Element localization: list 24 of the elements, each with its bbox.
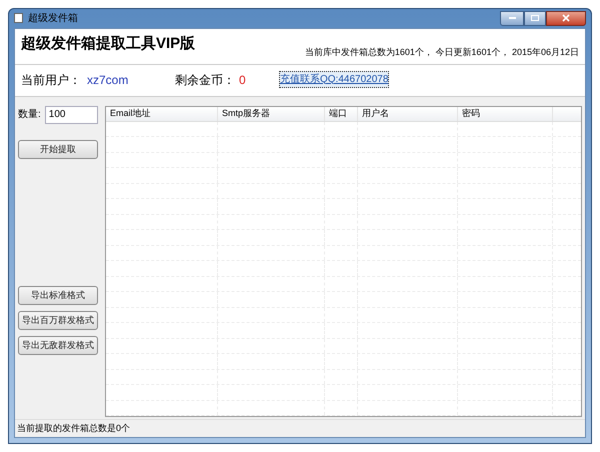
status-text: 当前提取的发件箱总数是0个 (17, 422, 130, 435)
quantity-field[interactable]: 100 (44, 106, 98, 124)
action-button[interactable]: 导出无敌群发格式 (18, 336, 98, 355)
app-icon (14, 13, 23, 24)
action-button[interactable]: 导出百万群发格式 (18, 311, 98, 330)
maximize-icon[interactable] (524, 10, 546, 26)
recharge-link[interactable]: 充值联系QQ:446702078 (279, 70, 390, 88)
coins-label: 剩余金币： (175, 72, 235, 89)
column-header[interactable]: 密码 (458, 106, 553, 120)
app-title: 超级发件箱提取工具VIP版 (21, 34, 196, 54)
column-header[interactable]: 用户名 (358, 106, 458, 120)
stats-text: 当前库中发件箱总数为1601个， 今日更新1601个， 2015年06月12日 (304, 46, 579, 59)
user-value: xz7com (87, 72, 130, 89)
action-button[interactable]: 开始提取 (18, 140, 98, 158)
action-button[interactable]: 导出标准格式 (18, 286, 98, 305)
column-header[interactable]: 端口 (325, 106, 358, 120)
minimize-icon[interactable] (500, 10, 524, 26)
quantity-label: 数量: (18, 108, 41, 122)
window-title: 超级发件箱 (28, 12, 78, 26)
user-label: 当前用户： (21, 72, 81, 89)
column-header[interactable]: Smtp服务器 (218, 106, 325, 120)
coins-value: 0 (239, 72, 247, 89)
column-header[interactable]: Email地址 (106, 106, 218, 120)
close-icon[interactable] (546, 10, 586, 26)
